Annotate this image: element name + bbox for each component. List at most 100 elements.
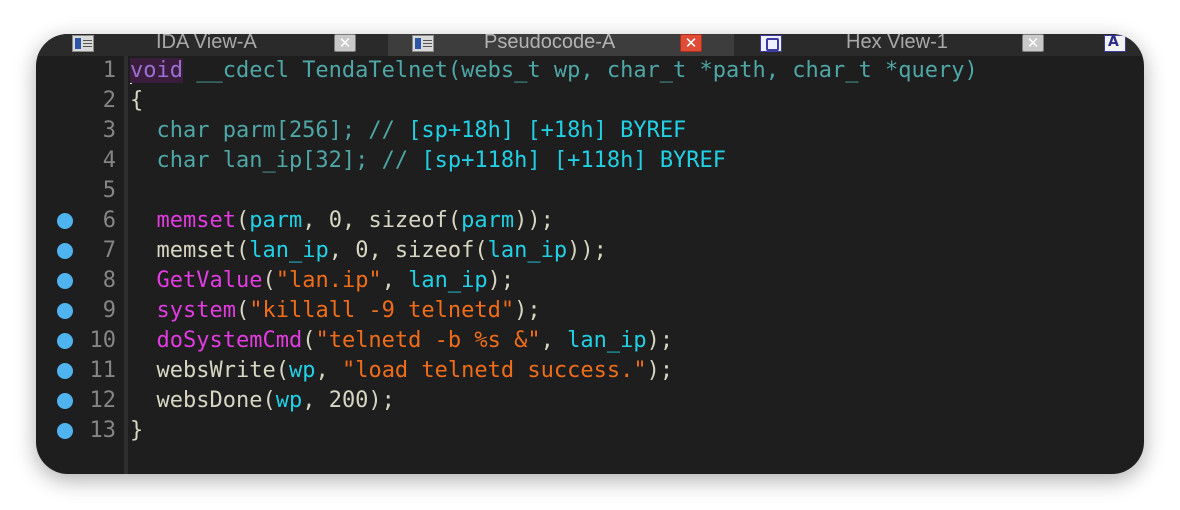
code-line[interactable]: 3 char parm[256]; // [sp+18h] [+18h] BYR…: [36, 116, 1144, 146]
code-token: memset: [156, 208, 236, 233]
breakpoint-marker-icon[interactable]: [57, 423, 73, 439]
code-token: websWrite(: [130, 358, 289, 383]
code-token: {: [130, 88, 144, 113]
code-token: ));: [514, 208, 554, 233]
code-token: [sp+18h] [+18h] BYREF: [408, 118, 687, 143]
code-line[interactable]: 8 GetValue("lan.ip", lan_ip);: [36, 266, 1144, 296]
pseudocode-editor[interactable]: 1 void __cdecl TendaTelnet(webs_t wp, cha…: [36, 56, 1144, 474]
code-text[interactable]: memset(parm, 0, sizeof(parm));: [130, 206, 554, 236]
tab-ida-view-a[interactable]: IDA View-A ✕: [36, 34, 388, 56]
hex-icon: [760, 35, 782, 52]
line-number: 6: [102, 208, 116, 233]
code-text[interactable]: websDone(wp, 200);: [130, 386, 395, 416]
code-token: websDone(: [130, 388, 276, 413]
close-icon[interactable]: ✕: [1022, 34, 1044, 52]
code-text[interactable]: }: [130, 416, 143, 446]
code-text[interactable]: websWrite(wp, "load telnetd success.");: [130, 356, 673, 386]
code-line[interactable]: 9 system("killall -9 telnetd");: [36, 296, 1144, 326]
code-text[interactable]: char parm[256]; // [sp+18h] [+18h] BYREF: [130, 116, 686, 146]
listing-icon: [72, 35, 94, 52]
code-token: lan_ip: [249, 238, 329, 263]
code-token: memset(: [130, 238, 250, 263]
line-number: 9: [102, 298, 116, 323]
breakpoint-marker-icon[interactable]: [57, 273, 73, 289]
code-token: char parm[256]; //: [130, 118, 409, 143]
code-line[interactable]: 12 websDone(wp, 200);: [36, 386, 1144, 416]
code-token: );: [646, 328, 674, 353]
breakpoint-marker-icon[interactable]: [57, 333, 73, 349]
code-token: (: [235, 298, 250, 323]
code-token: (: [302, 328, 316, 353]
code-token: , 200);: [302, 388, 395, 413]
code-token: doSystemCmd: [156, 328, 303, 353]
code-text[interactable]: system("killall -9 telnetd");: [130, 296, 541, 326]
tab-pseudocode-a[interactable]: Pseudocode-A ✕: [388, 34, 734, 56]
code-line[interactable]: 1 void __cdecl TendaTelnet(webs_t wp, cha…: [36, 56, 1144, 86]
code-line[interactable]: 7 memset(lan_ip, 0, sizeof(lan_ip));: [36, 236, 1144, 266]
line-number: 12: [89, 388, 117, 413]
breakpoint-marker-icon[interactable]: [57, 213, 73, 229]
code-token: __cdecl TendaTelnet(webs_t wp, char_t *p…: [182, 58, 978, 83]
code-token: );: [487, 268, 515, 293]
code-token: );: [514, 298, 541, 323]
code-token: ,: [540, 328, 568, 353]
code-token: [sp+118h] [+118h] BYREF: [421, 148, 727, 173]
code-token: ));: [567, 238, 607, 263]
tab-structures[interactable]: A: [1092, 34, 1144, 56]
code-token: lan_ip: [487, 238, 568, 263]
code-token: (: [235, 208, 250, 233]
tab-label: Hex View-1: [846, 34, 948, 53]
code-line[interactable]: 13}: [36, 416, 1144, 446]
structures-icon: A: [1104, 34, 1126, 52]
code-line[interactable]: 2{: [36, 86, 1144, 116]
code-token: "load telnetd success.": [341, 358, 647, 383]
code-token: lan_ip: [408, 268, 488, 293]
line-number: 5: [102, 178, 116, 203]
code-token: ,: [381, 268, 409, 293]
close-icon[interactable]: ✕: [334, 34, 356, 52]
line-number: 10: [89, 328, 117, 353]
code-token: , 0, sizeof(: [302, 208, 462, 233]
line-number: 2: [102, 88, 116, 113]
code-token: wp: [275, 388, 303, 413]
code-token: "telnetd -b %s &": [315, 328, 541, 353]
code-token: void: [130, 58, 183, 83]
close-icon[interactable]: ✕: [680, 34, 702, 52]
code-token: "killall -9 telnetd": [249, 298, 515, 323]
code-text[interactable]: GetValue("lan.ip", lan_ip);: [130, 266, 515, 296]
breakpoint-marker-icon[interactable]: [57, 363, 73, 379]
code-token: system: [156, 298, 236, 323]
breakpoint-marker-icon[interactable]: [57, 393, 73, 409]
code-line[interactable]: 4 char lan_ip[32]; // [sp+118h] [+118h] …: [36, 146, 1144, 176]
code-text[interactable]: {: [130, 86, 143, 116]
code-text[interactable]: char lan_ip[32]; // [sp+118h] [+118h] BY…: [130, 146, 726, 176]
line-number: 13: [89, 418, 117, 443]
code-line[interactable]: 5: [36, 176, 1144, 206]
code-token: , 0, sizeof(: [328, 238, 488, 263]
code-token: "lan.ip": [275, 268, 382, 293]
code-line[interactable]: 10 doSystemCmd("telnetd -b %s &", lan_ip…: [36, 326, 1144, 356]
line-number: 1: [102, 58, 116, 83]
line-number: 7: [102, 238, 116, 263]
breakpoint-marker-icon[interactable]: [57, 243, 73, 259]
code-token: wp: [288, 358, 316, 383]
listing-icon: [412, 35, 434, 52]
code-token: parm: [249, 208, 303, 233]
code-text[interactable]: void __cdecl TendaTelnet(webs_t wp, char…: [130, 56, 978, 86]
code-token: (: [262, 268, 276, 293]
code-text[interactable]: doSystemCmd("telnetd -b %s &", lan_ip);: [130, 326, 674, 356]
line-number: 4: [102, 148, 116, 173]
tab-bar: IDA View-A ✕ Pseudocode-A ✕ Hex View-1 ✕…: [36, 34, 1144, 56]
code-line[interactable]: 11 websWrite(wp, "load telnetd success."…: [36, 356, 1144, 386]
code-line[interactable]: 6 memset(parm, 0, sizeof(parm));: [36, 206, 1144, 236]
code-token: );: [646, 358, 674, 383]
code-token: }: [130, 418, 144, 443]
code-text[interactable]: memset(lan_ip, 0, sizeof(lan_ip));: [130, 236, 607, 266]
tab-hex-view-1[interactable]: Hex View-1 ✕: [734, 34, 1092, 56]
line-number: 3: [102, 118, 116, 143]
breakpoint-marker-icon[interactable]: [57, 303, 73, 319]
